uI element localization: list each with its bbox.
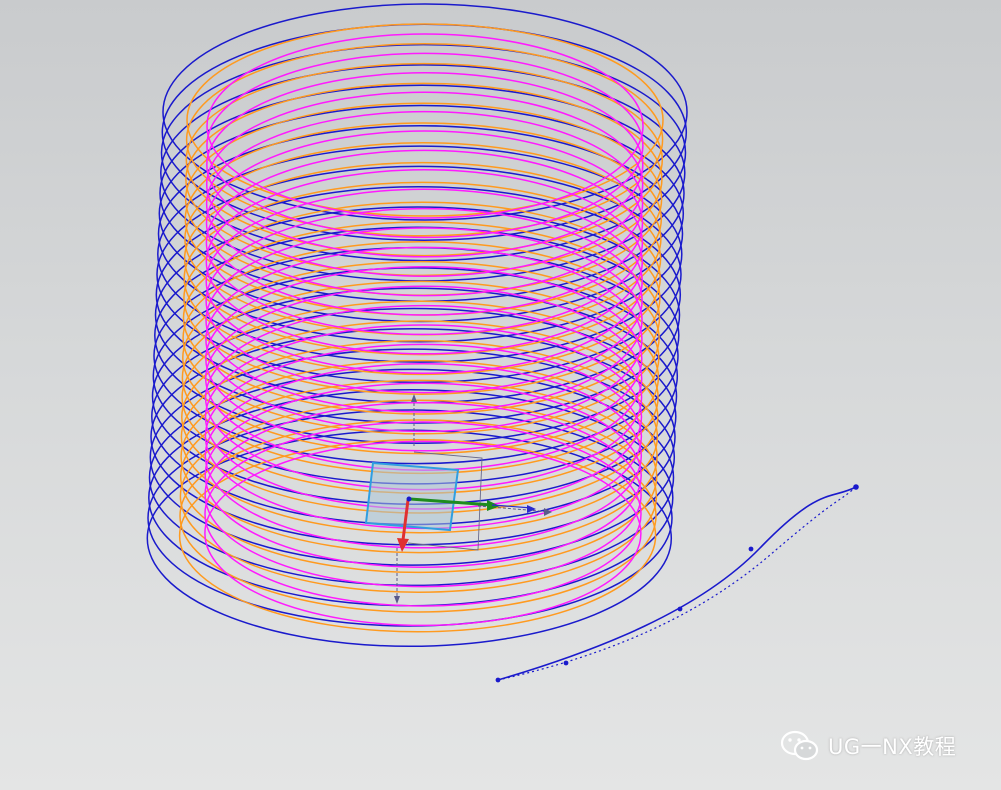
spline-startpoint[interactable] [495,677,501,683]
datum-plane[interactable] [364,461,460,532]
spline-pole[interactable] [748,546,754,552]
graphics-viewport[interactable]: UG一NX教程 [0,0,1001,790]
spline-pole[interactable] [677,606,683,612]
spline-curve[interactable] [495,484,859,683]
wechat-icon [780,730,819,761]
spline-pole[interactable] [563,660,569,666]
spline-endpoint[interactable] [853,484,859,490]
middle-helix-curve[interactable] [178,23,664,633]
watermark-text: UG一NX教程 [828,735,957,759]
coil-turn [183,161,662,356]
watermark: UG一NX教程 [780,728,956,764]
model-view[interactable] [0,0,1001,790]
